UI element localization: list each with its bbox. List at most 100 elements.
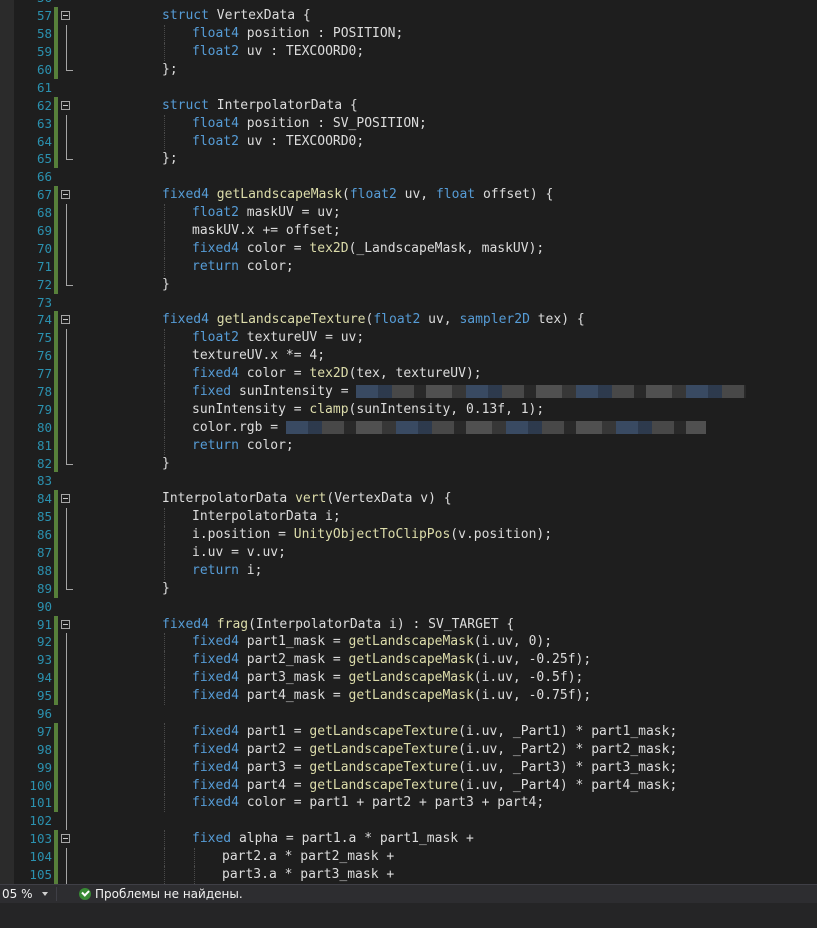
zoom-dropdown[interactable]: 05 %: [0, 885, 54, 903]
code-line[interactable]: 87 i.uv = v.uv;: [0, 544, 817, 562]
code-line[interactable]: 59 float2 uv : TEXCOORD0;: [0, 43, 817, 61]
line-number: 98: [36, 741, 52, 757]
code-line[interactable]: 83: [0, 472, 817, 490]
code-line[interactable]: 92 fixed4 part1_mask = getLandscapeMask(i…: [0, 633, 817, 652]
code-line[interactable]: 84 InterpolatorData vert(VertexData v) {: [0, 490, 817, 509]
collapse-icon[interactable]: [61, 190, 70, 200]
code-token: }: [162, 455, 170, 471]
code-line[interactable]: 82}: [0, 454, 817, 473]
code-line[interactable]: 75 float2 textureUV = uv;: [0, 329, 817, 348]
collapse-icon[interactable]: [61, 315, 70, 325]
line-number: 80: [36, 419, 52, 435]
code-text: fixed4 color = tex2D(tex, textureUV);: [192, 365, 482, 383]
status-bar: 05 % Проблемы не найдены.: [0, 884, 817, 903]
line-number: 66: [36, 169, 52, 185]
change-marker: [54, 454, 58, 473]
code-line[interactable]: 68 float2 maskUV = uv;: [0, 204, 817, 222]
code-line[interactable]: 101 fixed4 color = part1 + part2 + part3 …: [0, 794, 817, 813]
code-line[interactable]: 99 fixed4 part3 = getLandscapeTexture(i.u…: [0, 758, 817, 777]
code-line[interactable]: 61: [0, 79, 817, 97]
code-token: part3_mask =: [246, 670, 349, 686]
code-line[interactable]: 76 textureUV.x *= 4;: [0, 347, 817, 366]
code-token: InterpolatorData {: [216, 97, 358, 113]
collapse-icon[interactable]: [61, 834, 70, 844]
change-marker: [54, 96, 58, 115]
code-text: i.uv = v.uv;: [192, 544, 286, 562]
fold-line-marker: [66, 705, 67, 723]
code-line[interactable]: 79 sunIntensity = clamp(sunIntensity, 0.1…: [0, 400, 817, 419]
issues-status-text[interactable]: Проблемы не найдены.: [95, 885, 243, 903]
code-token: tex2D: [309, 366, 349, 382]
code-line[interactable]: 88 return i;: [0, 561, 817, 580]
code-line[interactable]: 85 InterpolatorData i;: [0, 508, 817, 527]
code-token: part2.a * part2_mask +: [222, 849, 395, 865]
code-token: clamp: [309, 401, 349, 417]
code-text: struct InterpolatorData {: [162, 97, 358, 115]
change-marker: [54, 830, 58, 849]
code-editor[interactable]: 5657 struct VertexData {58 float4 position…: [0, 0, 817, 884]
collapse-icon[interactable]: [61, 11, 70, 21]
code-text: maskUV.x += offset;: [192, 222, 341, 240]
code-token: part3 =: [246, 759, 310, 775]
code-line[interactable]: 69 maskUV.x += offset;: [0, 221, 817, 240]
indent-guide: [164, 776, 165, 795]
code-line[interactable]: 102: [0, 812, 817, 831]
code-line[interactable]: 71 return color;: [0, 257, 817, 276]
code-line[interactable]: 67 fixed4 getLandscapeMask(float2 uv, flo…: [0, 186, 817, 205]
code-line[interactable]: 98 fixed4 part2 = getLandscapeTexture(i.u…: [0, 740, 817, 759]
line-number: 103: [29, 831, 52, 847]
code-line[interactable]: 94 fixed4 part3_mask = getLandscapeMask(i…: [0, 669, 817, 688]
collapse-icon[interactable]: [61, 100, 70, 110]
code-token: part2 =: [246, 741, 310, 757]
code-text: fixed4 color = part1 + part2 + part3 + p…: [192, 794, 544, 812]
fold-line-marker: [66, 794, 67, 813]
code-line[interactable]: 64 float2 uv : TEXCOORD0;: [0, 132, 817, 151]
code-line[interactable]: 63 float4 position : SV_POSITION;: [0, 114, 817, 133]
change-marker: [54, 758, 58, 777]
code-line[interactable]: 86 i.position = UnityObjectToClipPos(v.po…: [0, 526, 817, 545]
fold-line-marker: [66, 687, 67, 706]
code-line[interactable]: 60};: [0, 60, 817, 79]
collapse-icon[interactable]: [61, 494, 70, 504]
code-line[interactable]: 57 struct VertexData {: [0, 7, 817, 26]
code-line[interactable]: 73: [0, 294, 817, 312]
code-line[interactable]: 66: [0, 168, 817, 186]
code-line[interactable]: 81 return color;: [0, 436, 817, 455]
change-marker: [54, 186, 58, 205]
code-line[interactable]: 62 struct InterpolatorData {: [0, 96, 817, 115]
code-line[interactable]: 103 fixed alpha = part1.a * part1_mask +: [0, 830, 817, 849]
collapse-icon[interactable]: [61, 619, 70, 629]
code-line[interactable]: 78 fixed sunIntensity =: [0, 383, 817, 401]
code-line[interactable]: 105 part3.a * part3_mask +: [0, 866, 817, 884]
code-text: InterpolatorData vert(VertexData v) {: [162, 490, 452, 508]
code-text: float4 position : POSITION;: [192, 25, 403, 43]
code-line[interactable]: 91 fixed4 frag(InterpolatorData i) : SV_T…: [0, 615, 817, 634]
change-marker: [54, 508, 58, 527]
code-line[interactable]: 70 fixed4 color = tex2D(_LandscapeMask, m…: [0, 239, 817, 258]
code-token: struct: [162, 8, 217, 24]
line-number: 67: [36, 187, 52, 203]
code-line[interactable]: 100 fixed4 part4 = getLandscapeTexture(i.…: [0, 776, 817, 795]
check-circle-icon[interactable]: [79, 888, 91, 900]
code-line[interactable]: 96: [0, 705, 817, 723]
code-line[interactable]: 56: [0, 0, 817, 7]
fold-line-marker: [66, 669, 67, 688]
change-marker: [54, 311, 58, 330]
code-line[interactable]: 72}: [0, 275, 817, 294]
code-line[interactable]: 89}: [0, 579, 817, 598]
code-line[interactable]: 95 fixed4 part4_mask = getLandscapeMask(i…: [0, 687, 817, 706]
change-marker: [54, 579, 58, 598]
fold-line-marker: [66, 758, 67, 777]
code-text: return color;: [192, 437, 294, 455]
code-line[interactable]: 74 fixed4 getLandscapeTexture(float2 uv, …: [0, 311, 817, 330]
code-line[interactable]: 58 float4 position : POSITION;: [0, 25, 817, 44]
code-text: part3.a * part3_mask +: [222, 866, 394, 884]
line-number: 101: [29, 795, 52, 811]
code-line[interactable]: 93 fixed4 part2_mask = getLandscapeMask(i…: [0, 651, 817, 670]
code-line[interactable]: 90: [0, 598, 817, 616]
code-line[interactable]: 65};: [0, 150, 817, 169]
code-line[interactable]: 77 fixed4 color = tex2D(tex, textureUV);: [0, 365, 817, 383]
code-line[interactable]: 80 color.rgb =: [0, 418, 817, 437]
code-line[interactable]: 104 part2.a * part2_mask +: [0, 848, 817, 867]
code-line[interactable]: 97 fixed4 part1 = getLandscapeTexture(i.u…: [0, 722, 817, 741]
